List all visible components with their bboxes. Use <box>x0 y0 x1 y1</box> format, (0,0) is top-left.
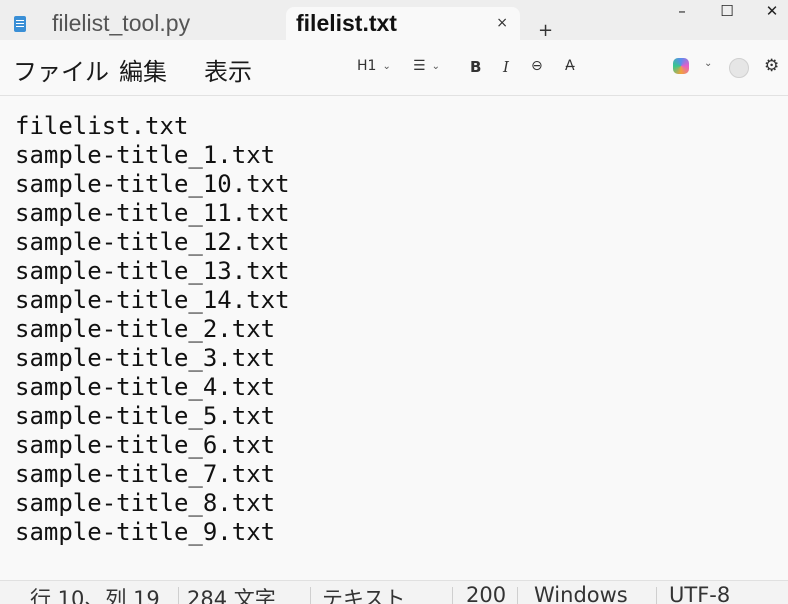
editor-line: sample-title_14.txt <box>15 286 290 314</box>
minimize-button[interactable]: – <box>670 2 694 20</box>
editor-line: sample-title_2.txt <box>15 315 276 343</box>
chevron-down-icon: ⌄ <box>431 60 440 72</box>
editor-line: sample-title_8.txt <box>15 489 276 517</box>
copilot-icon[interactable] <box>673 58 689 74</box>
spellcheck-button[interactable]: A̶ <box>565 58 575 74</box>
status-separator <box>656 587 657 604</box>
editor-line: sample-title_13.txt <box>15 257 290 285</box>
editor-line: sample-title_1.txt <box>15 141 276 169</box>
editor-line: sample-title_5.txt <box>15 402 276 430</box>
heading-label: H1 <box>357 58 377 74</box>
text-editor[interactable]: filelist.txt sample-title_1.txt sample-t… <box>0 96 788 580</box>
editor-line: sample-title_7.txt <box>15 460 276 488</box>
editor-line: sample-title_12.txt <box>15 228 290 256</box>
status-line-ending[interactable]: Windows <box>534 583 628 604</box>
editor-line: sample-title_4.txt <box>15 373 276 401</box>
status-format[interactable]: テキスト <box>322 583 405 604</box>
list-icon: ☰ <box>413 58 426 74</box>
list-dropdown[interactable]: ☰ ⌄ <box>413 58 440 74</box>
editor-line: sample-title_11.txt <box>15 199 290 227</box>
menu-file[interactable]: ファイル <box>13 52 109 87</box>
title-bar: filelist_tool.py filelist.txt × + – ☐ ✕ <box>0 0 788 41</box>
tab-filelist-tool[interactable]: filelist_tool.py <box>0 7 284 40</box>
status-separator <box>452 587 453 604</box>
editor-line: sample-title_3.txt <box>15 344 276 372</box>
link-button[interactable]: ⊖ <box>531 58 543 74</box>
close-tab-icon[interactable]: × <box>496 15 508 31</box>
account-icon[interactable] <box>729 58 749 78</box>
status-zoom[interactable]: 200 <box>466 583 512 604</box>
tab-filelist-txt[interactable]: filelist.txt × <box>286 7 520 40</box>
chevron-down-icon: ⌄ <box>382 60 391 72</box>
status-separator <box>310 587 311 604</box>
new-tab-button[interactable]: + <box>538 20 553 41</box>
notepad-file-icon <box>14 15 26 32</box>
editor-line: filelist.txt <box>15 112 189 140</box>
chevron-down-icon: ⌄ <box>704 58 713 69</box>
editor-line: sample-title_10.txt <box>15 170 290 198</box>
menu-view[interactable]: 表示 <box>204 52 252 87</box>
status-separator <box>178 587 179 604</box>
copilot-chevron-down-icon[interactable]: ⌄ <box>698 58 712 69</box>
status-encoding[interactable]: UTF-8 <box>669 583 730 604</box>
tab-label: filelist.txt <box>296 10 397 36</box>
italic-button[interactable]: I <box>503 58 509 76</box>
menu-bar: ファイル 編集 表示 H1 ⌄ ☰ ⌄ B I ⊖ A̶ <box>0 40 788 96</box>
status-char-count: 284 文字 <box>187 587 276 604</box>
editor-line: sample-title_6.txt <box>15 431 276 459</box>
tab-label: filelist_tool.py <box>52 10 191 36</box>
gear-icon[interactable]: ⚙ <box>764 56 779 76</box>
heading-dropdown[interactable]: H1 ⌄ <box>357 58 391 74</box>
status-separator <box>517 587 518 604</box>
menu-edit[interactable]: 編集 <box>119 52 167 87</box>
close-window-button[interactable]: ✕ <box>760 2 784 20</box>
maximize-button[interactable]: ☐ <box>715 2 739 20</box>
status-bar: 行 10、列 19 284 文字 テキスト 200 Windows UTF-8 <box>0 580 788 604</box>
status-cursor-position: 行 10、列 19 <box>30 587 160 604</box>
editor-line: sample-title_9.txt <box>15 518 276 546</box>
bold-button[interactable]: B <box>470 58 481 76</box>
